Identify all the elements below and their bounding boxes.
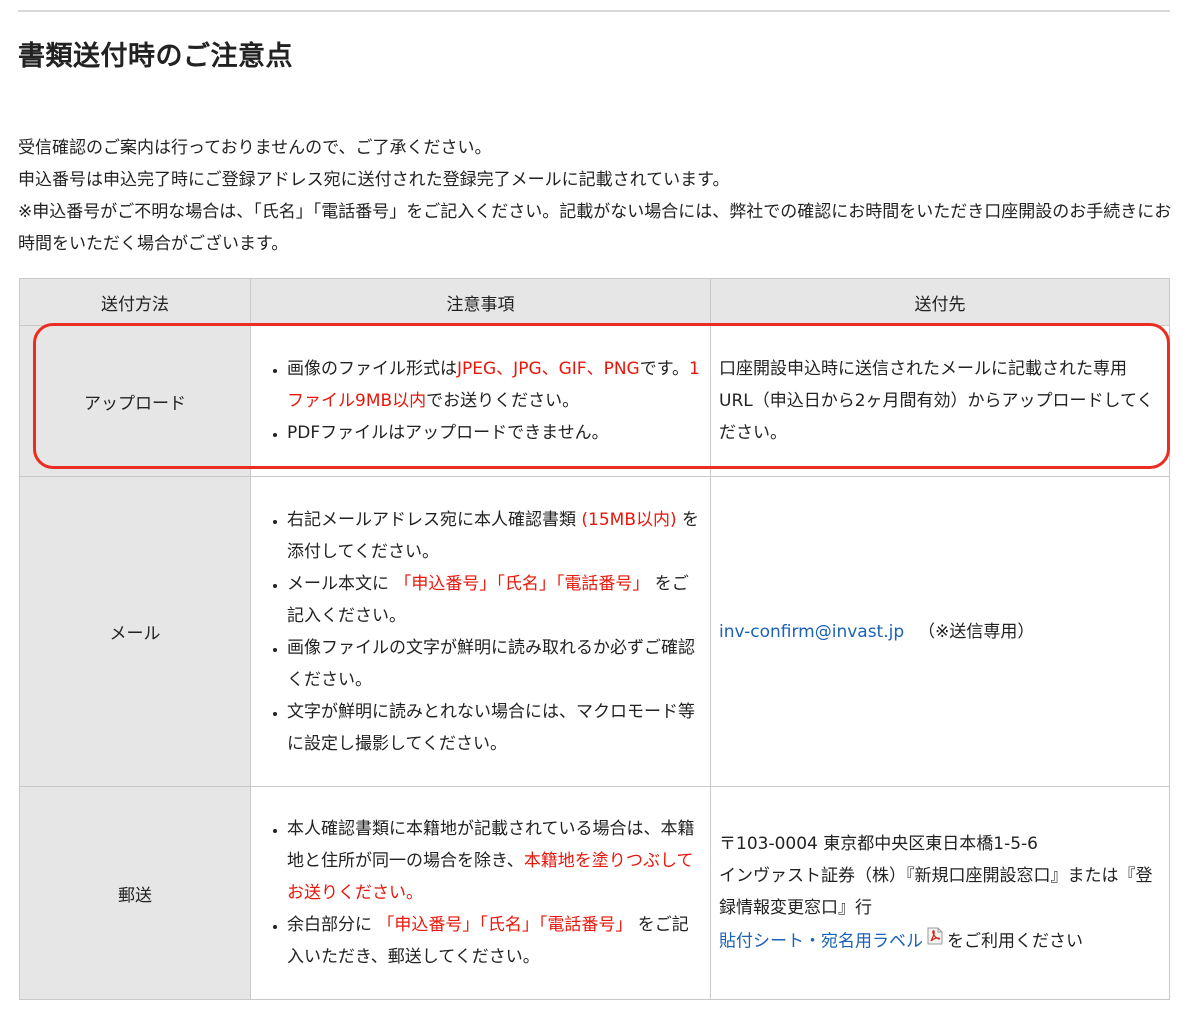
- post-required-fields: 「申込番号」「氏名」「電話番号」: [377, 915, 633, 935]
- intro-line-3: ※申込番号がご不明な場合は、「氏名」「電話番号」をご記入ください。記載がない場合…: [18, 202, 1172, 254]
- intro-line-2: 申込番号は申込完了時にご登録アドレス宛に送付された登録完了メールに記載されていま…: [18, 170, 730, 190]
- intro-text: 受信確認のご案内は行っておりませんので、ご了承ください。 申込番号は申込完了時に…: [18, 132, 1178, 260]
- mail-required-fields: 「申込番号」「氏名」「電話番号」: [394, 573, 650, 594]
- upload-note-1: 画像のファイル形式はJPEG、JPG、GIF、PNGです。1ファイル9MB以内で…: [287, 353, 702, 417]
- postal-address-line-1: 〒103-0004 東京都中央区東日本橋1-5-6: [719, 833, 1038, 854]
- header-destination: 送付先: [710, 278, 1170, 326]
- destination-mail: inv-confirm@invast.jp （※送信専用）: [710, 476, 1170, 787]
- post-note-2-text-a: 余白部分に: [287, 915, 378, 935]
- upload-file-formats: JPEG、JPG、GIF、PNG: [457, 359, 640, 379]
- method-mail: メール: [19, 476, 251, 787]
- submission-methods-table: 送付方法 注意事項 送付先 アップロード 画像のファイル形式はJPEG、JPG、…: [19, 278, 1170, 1000]
- mail-note-2-text-a: メール本文に: [287, 573, 395, 594]
- table-row-upload: アップロード 画像のファイル形式はJPEG、JPG、GIF、PNGです。1ファイ…: [19, 325, 1170, 477]
- mail-note-1-text-a: 右記メールアドレス宛に本人確認書類: [287, 509, 582, 530]
- postal-address-line-2: インヴァスト証券（株）『新規口座開設窓口』または『登録情報変更窓口』行: [719, 865, 1153, 918]
- intro-line-1: 受信確認のご案内は行っておりませんので、ご了承ください。: [18, 138, 492, 158]
- page-title: 書類送付時のご注意点: [18, 41, 293, 72]
- table-row-mail: メール 右記メールアドレス宛に本人確認書類 (15MB以内) を添付してください…: [19, 476, 1170, 787]
- top-divider: [18, 10, 1170, 12]
- mail-note-1: 右記メールアドレス宛に本人確認書類 (15MB以内) を添付してください。: [287, 504, 702, 568]
- label-sheet-suffix: をご利用ください: [947, 931, 1083, 951]
- notes-upload: 画像のファイル形式はJPEG、JPG、GIF、PNGです。1ファイル9MB以内で…: [250, 325, 711, 477]
- notes-post: 本人確認書類に本籍地が記載されている場合は、本籍地と住所が同一の場合を除き、本籍…: [250, 786, 711, 1000]
- email-link[interactable]: inv-confirm@invast.jp: [719, 622, 904, 642]
- post-note-2: 余白部分に 「申込番号」「氏名」「電話番号」 をご記入いただき、郵送してください…: [287, 909, 702, 973]
- header-method: 送付方法: [19, 278, 251, 326]
- destination-post: 〒103-0004 東京都中央区東日本橋1-5-6 インヴァスト証券（株）『新規…: [710, 786, 1170, 1000]
- table-header-row: 送付方法 注意事項 送付先: [19, 278, 1170, 326]
- upload-note-1-text-c: でお送りください。: [426, 391, 580, 411]
- label-sheet-link[interactable]: 貼付シート・宛名用ラベル: [719, 931, 923, 951]
- email-send-only-note: （※送信専用）: [918, 621, 1035, 642]
- mail-note-3: 画像ファイルの文字が鮮明に読み取れるか必ずご確認ください。: [287, 632, 702, 696]
- pdf-file-icon[interactable]: [927, 924, 943, 956]
- method-post: 郵送: [19, 786, 251, 1000]
- mail-size-limit: (15MB以内): [581, 509, 677, 530]
- destination-upload: 口座開設申込時に送信されたメールに記載された専用URL（申込日から2ヶ月間有効）…: [710, 325, 1170, 477]
- upload-note-1-text-b: です。: [639, 359, 690, 379]
- upload-note-1-text-a: 画像のファイル形式は: [287, 359, 457, 379]
- mail-note-4: 文字が鮮明に読みとれない場合には、マクロモード等に設定し撮影してください。: [287, 696, 702, 760]
- mail-note-2: メール本文に 「申込番号」「氏名」「電話番号」 をご記入ください。: [287, 568, 702, 632]
- upload-note-2: PDFファイルはアップロードできません。: [287, 417, 702, 449]
- notes-mail: 右記メールアドレス宛に本人確認書類 (15MB以内) を添付してください。 メー…: [250, 476, 711, 787]
- table-row-post: 郵送 本人確認書類に本籍地が記載されている場合は、本籍地と住所が同一の場合を除き…: [19, 786, 1170, 1000]
- method-upload: アップロード: [19, 325, 251, 477]
- post-note-1: 本人確認書類に本籍地が記載されている場合は、本籍地と住所が同一の場合を除き、本籍…: [287, 813, 702, 909]
- label-sheet-row: 貼付シート・宛名用ラベル をご利用ください: [719, 924, 1159, 959]
- header-notes: 注意事項: [250, 278, 711, 326]
